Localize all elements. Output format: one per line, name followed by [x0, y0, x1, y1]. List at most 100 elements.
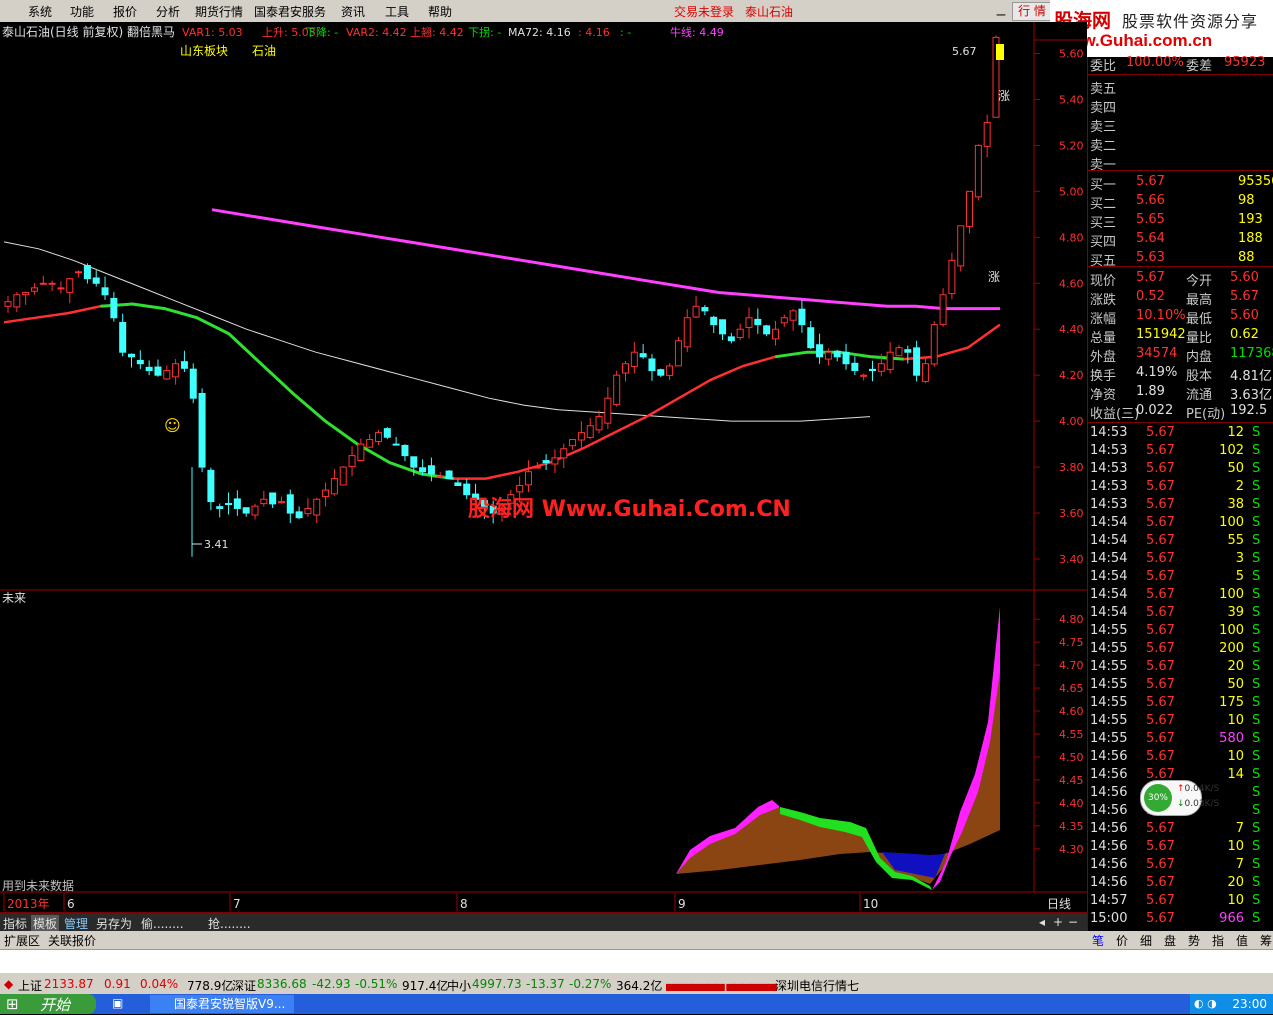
menu-function[interactable]: 功能 [70, 3, 94, 20]
menu-futures[interactable]: 期货行情 [195, 3, 243, 20]
zx-pct: -0.27% [569, 977, 612, 991]
sub-chart-title: 未来 [2, 591, 26, 605]
login-status[interactable]: 交易未登录 [674, 3, 734, 20]
start-button[interactable]: ⊞ 开始 [0, 994, 96, 1014]
ask-label: 卖四 [1090, 101, 1117, 116]
tick-row[interactable]: 14:55 5.67 50 S [1088, 676, 1273, 695]
data-feed[interactable]: 深圳电信行情七 [775, 977, 859, 994]
right-tab[interactable]: 筹 [1260, 932, 1272, 949]
bid-price: 5.65 [1136, 212, 1165, 227]
tick-row[interactable]: 14:53 5.67 50 S [1088, 460, 1273, 479]
right-tab[interactable]: 盘 [1164, 932, 1176, 949]
minimize-icon[interactable]: ▁ [994, 3, 1008, 17]
quick-launch-icon[interactable]: ▣ [112, 996, 123, 1010]
menu-help[interactable]: 帮助 [428, 3, 452, 20]
tab-template[interactable]: 模板 [31, 915, 60, 932]
tick-price: 5.67 [1146, 713, 1175, 728]
menu-tools[interactable]: 工具 [385, 3, 409, 20]
tick-row[interactable]: 14:54 5.67 55 S [1088, 532, 1273, 551]
ratio-label: 委比 [1090, 59, 1117, 74]
menu-analysis[interactable]: 分析 [156, 3, 180, 20]
menu-quote[interactable]: 报价 [113, 3, 137, 20]
menu-gtja-service[interactable]: 国泰君安服务 [254, 3, 326, 20]
quote-button[interactable]: 行 情 [1012, 2, 1052, 21]
tick-row[interactable]: 14:55 5.67 175 S [1088, 694, 1273, 713]
tick-side: S [1252, 497, 1261, 512]
tick-row[interactable]: 14:55 5.67 200 S [1088, 640, 1273, 659]
candle-body [930, 324, 938, 365]
candle-body [295, 511, 303, 519]
bid-row[interactable]: 买二 5.66 98 [1088, 192, 1273, 212]
candle-body [322, 489, 330, 498]
bid-row[interactable]: 买一 5.67 95356 [1088, 173, 1273, 193]
tick-row[interactable]: 14:54 5.67 100 S [1088, 514, 1273, 533]
right-tab[interactable]: 值 [1236, 932, 1248, 949]
tick-row[interactable]: 14:56 5.67 7 S [1088, 820, 1273, 839]
sector-tag[interactable]: 山东板块 [180, 44, 228, 58]
sub-tick: 4.55 [1059, 728, 1084, 741]
right-tab[interactable]: 价 [1116, 932, 1128, 949]
tab-extension[interactable]: 扩展区 [4, 932, 40, 949]
zoom-in-icon[interactable]: + [1053, 915, 1063, 929]
indicator-label: VAR1: 5.03 [182, 26, 243, 39]
tick-row[interactable]: 14:53 5.67 12 S [1088, 424, 1273, 443]
right-tab[interactable]: 笔 [1092, 932, 1104, 949]
tick-row[interactable]: 14:56 5.67 7 S [1088, 856, 1273, 875]
zx-value[interactable]: 4997.73 [472, 977, 522, 991]
kline-chart[interactable]: 泰山石油(日线 前复权) 翻倍黑马 VAR1: 5.03 上升: 5.03下降: … [0, 22, 1087, 912]
bid-row[interactable]: 买四 5.64 188 [1088, 230, 1273, 250]
tick-row[interactable]: 14:57 5.67 10 S [1088, 892, 1273, 911]
tick-row[interactable]: 14:54 5.67 100 S [1088, 586, 1273, 605]
net-speed-widget[interactable]: 30% ↑0.04K/S ↓0.03K/S [1140, 780, 1219, 816]
menu-info[interactable]: 资讯 [341, 3, 365, 20]
tick-row[interactable]: 14:53 5.67 102 S [1088, 442, 1273, 461]
right-tab[interactable]: 细 [1140, 932, 1152, 949]
tab-indicator[interactable]: 指标 [3, 915, 27, 932]
menu-system[interactable]: 系统 [28, 3, 52, 20]
right-tab[interactable]: 势 [1188, 932, 1200, 949]
candle-body [22, 291, 30, 296]
taskbar-app[interactable]: 国泰君安锐智版V9... [150, 995, 294, 1013]
tray-icons[interactable]: ◐ ◑ [1194, 997, 1217, 1010]
candle-body [48, 282, 56, 285]
tick-row[interactable]: 14:54 5.67 39 S [1088, 604, 1273, 623]
tab-related-quotes[interactable]: 关联报价 [48, 932, 96, 949]
ask-row[interactable]: 卖二 [1088, 134, 1273, 154]
tick-row[interactable]: 14:56 5.67 10 S [1088, 748, 1273, 767]
scroll-left-icon[interactable]: ◂ [1039, 915, 1045, 929]
tab-save-as[interactable]: 另存为 [96, 915, 132, 932]
bid-label: 买一 [1090, 178, 1117, 193]
tick-row[interactable]: 14:55 5.67 10 S [1088, 712, 1273, 731]
tick-side: S [1252, 659, 1261, 674]
tick-row[interactable]: 14:55 5.67 20 S [1088, 658, 1273, 677]
bid-row[interactable]: 买三 5.65 193 [1088, 211, 1273, 231]
ask-label: 卖二 [1090, 139, 1117, 154]
price-tick: 5.00 [1059, 185, 1084, 198]
period-label[interactable]: 日线 [1047, 897, 1071, 911]
right-tab[interactable]: 指 [1212, 932, 1224, 949]
candle-body [957, 225, 965, 267]
tick-row[interactable]: 14:53 5.67 38 S [1088, 496, 1273, 515]
tick-row[interactable]: 15:00 5.67 966 S [1088, 910, 1273, 929]
tick-row[interactable]: 14:55 5.67 100 S [1088, 622, 1273, 641]
ask-row[interactable]: 卖四 [1088, 96, 1273, 116]
tab-steal[interactable]: 偷........ [141, 915, 184, 932]
tick-row[interactable]: 14:54 5.67 5 S [1088, 568, 1273, 587]
tick-side: S [1252, 911, 1261, 926]
tab-grab[interactable]: 抢........ [208, 915, 251, 932]
zoom-out-icon[interactable]: − [1068, 915, 1078, 929]
industry-tag[interactable]: 石油 [252, 44, 276, 58]
tick-row[interactable]: 14:54 5.67 3 S [1088, 550, 1273, 569]
tick-volume: 10 [1227, 749, 1244, 764]
tab-manage[interactable]: 管理 [64, 915, 88, 932]
candle-body [869, 368, 876, 372]
tick-row[interactable]: 14:55 5.67 580 S [1088, 730, 1273, 749]
sz-value[interactable]: 8336.68 [257, 977, 307, 991]
sh-value[interactable]: 2133.87 [44, 977, 94, 991]
tick-row[interactable]: 14:53 5.67 2 S [1088, 478, 1273, 497]
ask-row[interactable]: 卖五 [1088, 77, 1273, 97]
tick-row[interactable]: 14:56 5.67 10 S [1088, 838, 1273, 857]
tick-row[interactable]: 14:56 5.67 20 S [1088, 874, 1273, 893]
ask-row[interactable]: 卖三 [1088, 115, 1273, 135]
ask-label: 卖五 [1090, 82, 1117, 97]
